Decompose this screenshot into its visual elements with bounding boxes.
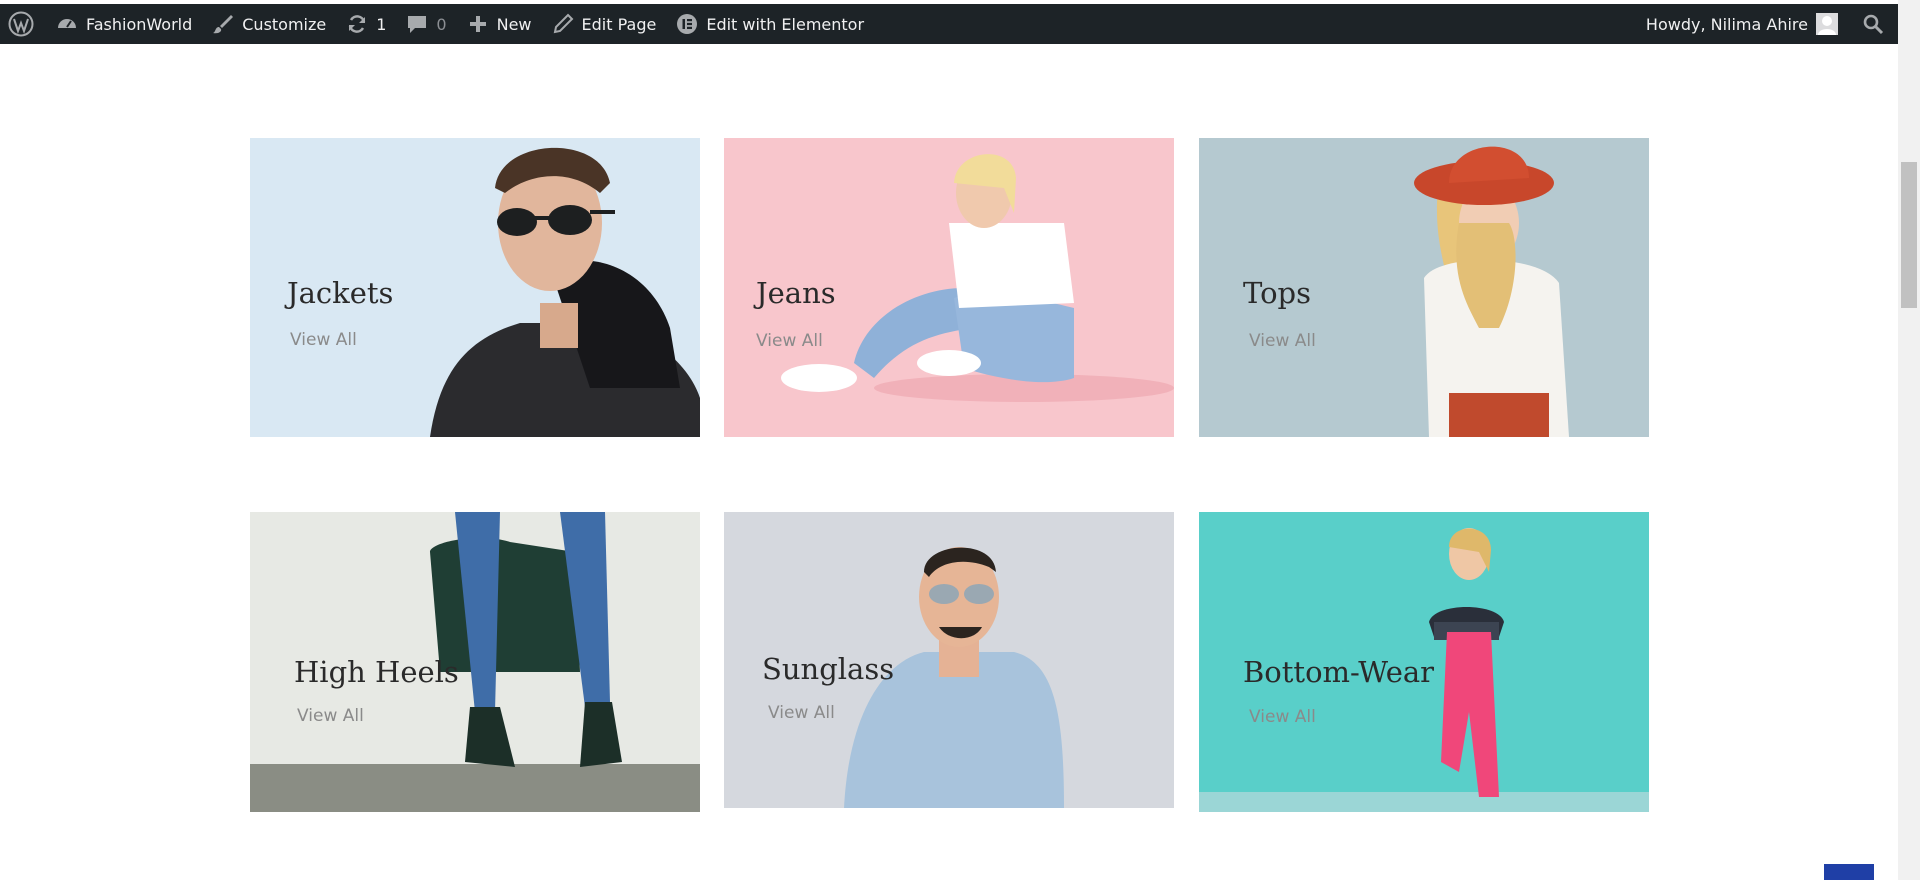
- scrollbar-thumb[interactable]: [1901, 162, 1917, 308]
- category-card-jeans[interactable]: Jeans View All: [724, 138, 1174, 437]
- category-card-bottom-wear[interactable]: Bottom-Wear View All: [1199, 512, 1649, 812]
- category-title: Sunglass: [762, 652, 895, 686]
- avatar: [1816, 13, 1838, 35]
- scroll-to-top-button[interactable]: [1824, 864, 1874, 880]
- category-card-sunglass[interactable]: Sunglass View All: [724, 512, 1174, 808]
- category-title: Bottom-Wear: [1243, 655, 1435, 689]
- admin-bar-right: Howdy, Nilima Ahire: [1636, 4, 1898, 44]
- category-title: High Heels: [294, 655, 459, 689]
- edit-page-link[interactable]: Edit Page: [542, 4, 667, 44]
- category-card-jackets[interactable]: Jackets View All: [250, 138, 700, 437]
- view-all-link[interactable]: View All: [1249, 707, 1316, 727]
- new-content-menu[interactable]: New: [457, 4, 542, 44]
- customize-link[interactable]: Customize: [202, 4, 336, 44]
- site-name-label: FashionWorld: [86, 14, 193, 34]
- updates-icon: [349, 15, 366, 33]
- edit-elementor-label: Edit with Elementor: [706, 14, 865, 34]
- new-label: New: [496, 14, 532, 34]
- wordpress-logo-icon[interactable]: [0, 4, 46, 44]
- page-scrollbar[interactable]: [1898, 0, 1920, 880]
- category-title: Tops: [1243, 276, 1311, 310]
- view-all-link[interactable]: View All: [290, 330, 357, 350]
- greeting-label: Howdy, Nilima Ahire: [1645, 14, 1808, 34]
- view-all-link[interactable]: View All: [297, 706, 364, 726]
- comment-icon: [408, 16, 427, 33]
- category-title: Jeans: [756, 276, 836, 310]
- comments-link[interactable]: 0: [396, 4, 456, 44]
- view-all-link[interactable]: View All: [756, 331, 823, 351]
- brush-icon: [213, 15, 234, 34]
- pencil-icon: [553, 13, 573, 34]
- category-title: Jackets: [287, 276, 394, 310]
- view-all-link[interactable]: View All: [1249, 331, 1316, 351]
- updates-count: 1: [376, 14, 387, 34]
- category-card-high-heels[interactable]: High Heels View All: [250, 512, 700, 812]
- edit-elementor-link[interactable]: Edit with Elementor: [666, 4, 874, 44]
- dashboard-icon: [58, 19, 76, 28]
- plus-icon: [469, 16, 486, 32]
- site-name-menu[interactable]: FashionWorld: [46, 4, 202, 44]
- search-icon[interactable]: [1848, 4, 1898, 44]
- updates-link[interactable]: 1: [336, 4, 396, 44]
- admin-bar: FashionWorld Customize 1 0 New Edit Page…: [0, 4, 1898, 44]
- admin-bar-left: FashionWorld Customize 1 0 New Edit Page…: [0, 4, 874, 44]
- account-menu[interactable]: Howdy, Nilima Ahire: [1636, 4, 1848, 44]
- customize-label: Customize: [242, 14, 327, 34]
- category-card-tops[interactable]: Tops View All: [1199, 138, 1649, 437]
- elementor-icon: [677, 14, 698, 34]
- edit-page-label: Edit Page: [581, 14, 657, 34]
- comments-count: 0: [436, 14, 447, 34]
- view-all-link[interactable]: View All: [768, 703, 835, 723]
